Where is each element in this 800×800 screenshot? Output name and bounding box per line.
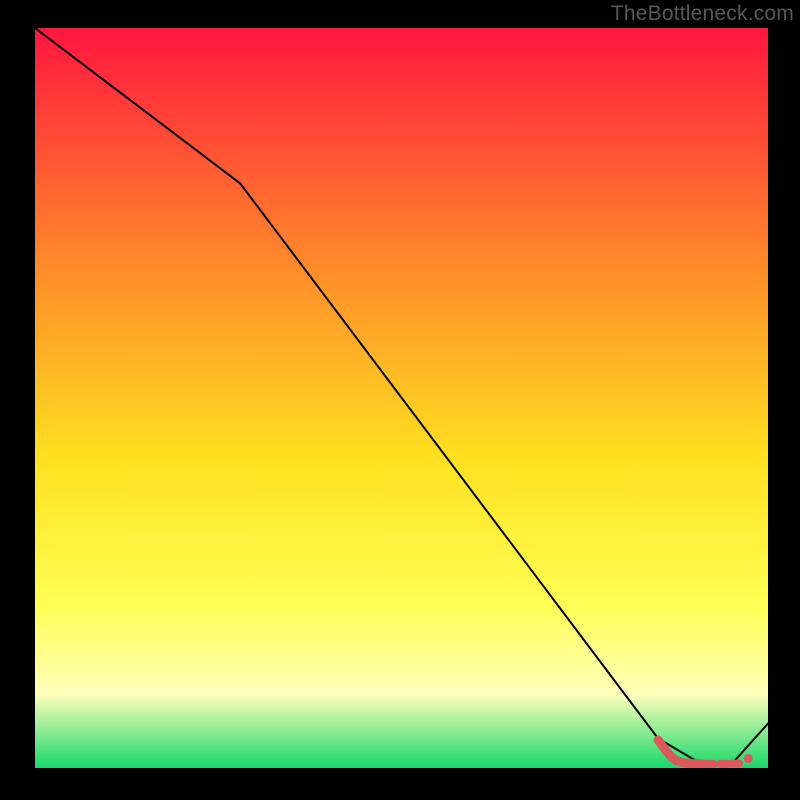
watermark-text: TheBottleneck.com <box>611 2 794 26</box>
marker-end-dot <box>744 754 753 763</box>
chart-frame: TheBottleneck.com <box>0 0 800 800</box>
chart-svg <box>35 28 768 768</box>
plot-area <box>35 28 768 768</box>
